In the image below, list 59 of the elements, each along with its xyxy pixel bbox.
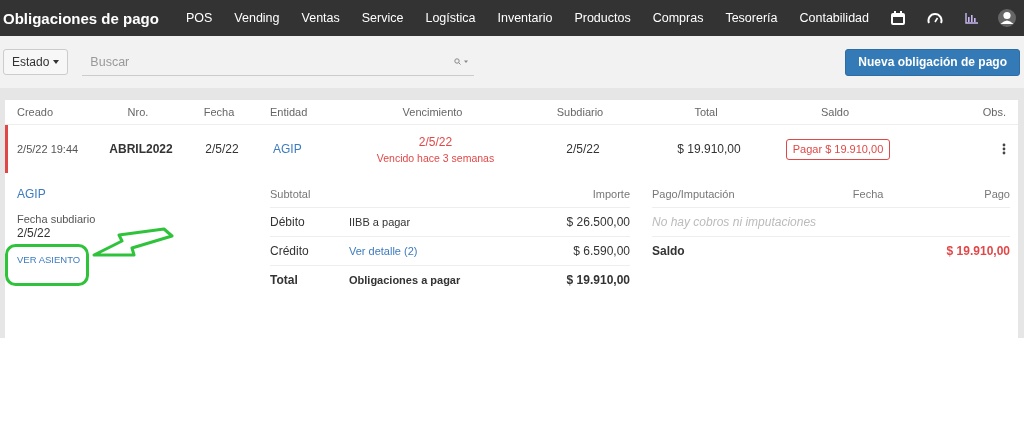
- nav-link[interactable]: POS: [185, 11, 213, 25]
- search-field[interactable]: Buscar: [90, 54, 455, 69]
- nav-link[interactable]: Service: [361, 11, 404, 25]
- line-label: Débito: [270, 215, 306, 229]
- table-cell-text: 2/5/22: [565, 142, 601, 156]
- due-note: Vencido hace 3 semanas: [376, 151, 495, 164]
- column-header: Subdiario: [555, 106, 605, 118]
- line-label: Total: [270, 273, 299, 287]
- more-options-icon[interactable]: [1002, 143, 1006, 155]
- line-label: Crédito: [270, 244, 310, 258]
- column-header: Vencimiento: [401, 106, 464, 118]
- new-obligation-button[interactable]: Nueva obligación de pago: [845, 48, 1020, 76]
- balance-label: Saldo: [652, 244, 686, 258]
- column-header: Obs.: [981, 106, 1007, 118]
- nav-link[interactable]: Contabilidad: [799, 11, 869, 25]
- column-header: Entidad: [269, 106, 309, 118]
- table-cell-text: $ 19.910,00: [676, 142, 742, 156]
- table-cell-text: 2/5/22 19:44: [16, 143, 80, 155]
- column-header: Subtotal: [270, 188, 312, 200]
- calendar-icon[interactable]: [891, 11, 905, 25]
- obligation-row[interactable]: 2/5/22 19:44 ABRIL2022 2/5/22 AGIP 2/5/22 Vencido hace 3 semanas 2/5/22 $ 19.910,00 Pagar $ 19.910,00: [5, 125, 1018, 173]
- column-header: Fecha: [202, 106, 236, 118]
- nav-link[interactable]: Vending: [234, 11, 280, 25]
- status-dropdown[interactable]: Estado: [3, 49, 69, 75]
- table-cell: ABRIL2022: [108, 142, 174, 156]
- nav-link[interactable]: Compras: [652, 11, 704, 25]
- column-header: Pago/Imputación: [652, 188, 736, 200]
- nav-link[interactable]: Logística: [425, 11, 476, 25]
- nav-link[interactable]: Tesorería: [725, 11, 778, 25]
- pay-button[interactable]: Pagar $ 19.910,00: [785, 138, 891, 160]
- due-date: 2/5/22: [418, 134, 453, 149]
- line-description: IIBB a pagar: [349, 216, 412, 228]
- view-entry-link[interactable]: VER ASIENTO: [17, 254, 81, 265]
- entity-link[interactable]: AGIP: [17, 187, 46, 201]
- line-amount: $ 26.500,00: [566, 215, 630, 229]
- gauge-icon[interactable]: [927, 12, 943, 24]
- column-header: Fecha: [851, 188, 885, 200]
- page-title: Obligaciones de pago: [3, 9, 159, 27]
- column-header: Saldo: [819, 106, 851, 118]
- column-header: Pago: [984, 188, 1010, 200]
- column-header: Importe: [592, 188, 630, 200]
- nav-link[interactable]: Ventas: [301, 11, 340, 25]
- line-description: Obligaciones a pagar: [349, 274, 462, 286]
- user-avatar-icon[interactable]: [998, 9, 1016, 27]
- balance-amount: $ 19.910,00: [946, 244, 1010, 258]
- bar-chart-icon[interactable]: [965, 12, 978, 24]
- line-amount: $ 6.590,00: [573, 244, 630, 258]
- column-header: Total: [693, 106, 719, 118]
- nav-link[interactable]: Productos: [574, 11, 631, 25]
- detail-link[interactable]: Ver detalle (2): [349, 245, 574, 257]
- table-cell-text: 2/5/22: [204, 142, 240, 156]
- empty-message: No hay cobros ni imputaciones: [652, 215, 817, 229]
- line-amount: $ 19.910,00: [566, 273, 630, 287]
- nav-link[interactable]: Inventario: [497, 11, 553, 25]
- subdiario-label: Fecha subdiario: [17, 213, 96, 225]
- entity-link[interactable]: AGIP: [270, 142, 338, 156]
- subdiario-date: 2/5/22: [17, 226, 51, 240]
- column-header: Creado: [16, 106, 55, 118]
- column-header: Nro.: [126, 106, 150, 118]
